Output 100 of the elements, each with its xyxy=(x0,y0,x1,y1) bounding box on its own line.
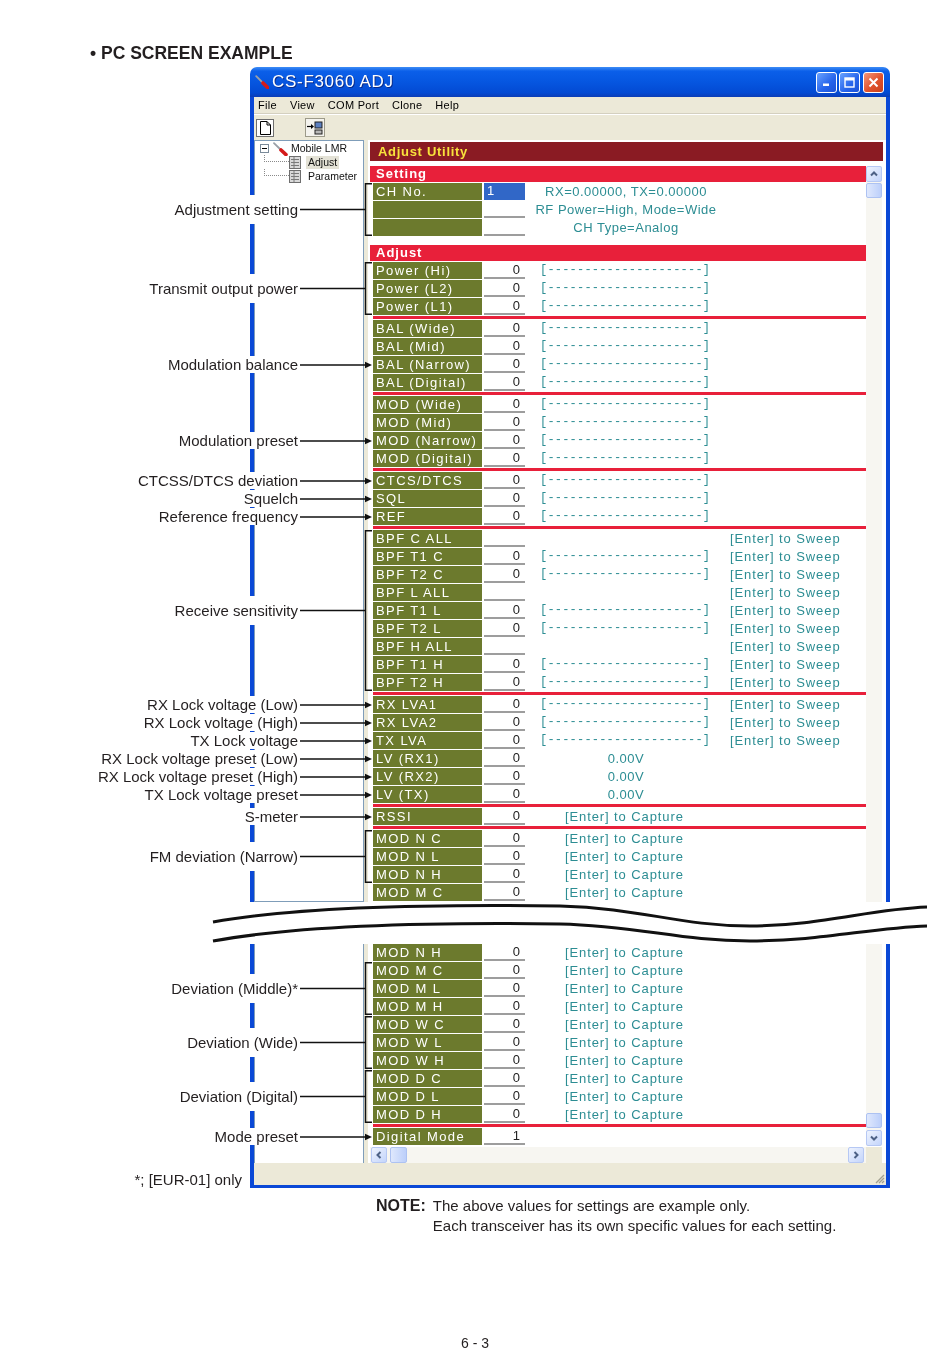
callout-label: TX Lock voltage xyxy=(190,732,300,749)
value-field[interactable]: 0 xyxy=(484,432,525,449)
parameter-label: MOD N L xyxy=(373,848,482,865)
value-field[interactable]: 0 xyxy=(484,356,525,373)
value-field[interactable]: 0 xyxy=(484,848,525,865)
close-button[interactable] xyxy=(863,71,884,93)
value-field[interactable]: 0 xyxy=(484,338,525,355)
callout-label: RX Lock voltage (High) xyxy=(143,714,300,731)
arrow-leader-line xyxy=(300,360,372,369)
value-field[interactable]: 0 xyxy=(484,566,525,583)
value-field[interactable]: 0 xyxy=(484,320,525,337)
value-field[interactable]: 0 xyxy=(484,602,525,619)
gauge-text: [---------------------] xyxy=(540,490,711,507)
value-field[interactable]: 0 xyxy=(484,768,525,785)
sweep-hint: [Enter] to Sweep xyxy=(730,674,841,691)
value-field[interactable]: 0 xyxy=(484,696,525,713)
value-field[interactable]: 0 xyxy=(484,414,525,431)
channel-info-text: RF Power=High, Mode=Wide xyxy=(535,201,717,218)
tree-item[interactable]: Mobile LMR xyxy=(291,142,348,155)
menu-item[interactable]: Help xyxy=(435,98,460,112)
value-field[interactable]: 0 xyxy=(484,808,525,825)
gauge-text: [---------------------] xyxy=(540,432,711,449)
voltage-reading: 0.00V xyxy=(607,786,645,803)
tree-item[interactable]: Adjust xyxy=(306,155,340,169)
value-field[interactable]: 0 xyxy=(484,472,525,489)
callout-label: Squelch xyxy=(243,490,300,507)
gauge-text: [---------------------] xyxy=(540,298,711,315)
sweep-hint: [Enter] to Sweep xyxy=(730,620,841,637)
gauge-text: [---------------------] xyxy=(540,620,711,637)
gauge-text: [---------------------] xyxy=(540,548,711,565)
maximize-button[interactable] xyxy=(839,71,860,93)
callout-label: TX Lock voltage preset xyxy=(144,786,300,803)
value-field[interactable]: 0 xyxy=(484,866,525,883)
value-field[interactable]: 0 xyxy=(484,262,525,279)
gauge-text: [---------------------] xyxy=(540,508,711,525)
gauge-text: [---------------------] xyxy=(540,414,711,431)
parameter-label: BAL (Digital) xyxy=(373,374,482,391)
value-field[interactable]: 0 xyxy=(484,374,525,391)
callout-label: RX Lock voltage (Low) xyxy=(147,696,300,713)
parameter-label: BPF L ALL xyxy=(373,584,482,601)
arrow-leader-line xyxy=(300,700,372,709)
arrow-leader-line xyxy=(300,436,372,445)
value-field[interactable]: 0 xyxy=(484,298,525,315)
arrow-leader-line xyxy=(300,754,372,763)
sheet-icon xyxy=(289,155,301,169)
parameter-label: LV (TX) xyxy=(373,786,482,803)
capture-hint: [Enter] to Capture xyxy=(565,962,684,979)
menu-item[interactable]: Clone xyxy=(392,98,423,112)
capture-hint: [Enter] to Capture xyxy=(565,808,684,825)
value-field[interactable]: 0 xyxy=(484,750,525,767)
screwdriver-icon xyxy=(272,141,288,156)
gauge-text: [---------------------] xyxy=(540,280,711,297)
arrow-leader-line xyxy=(300,494,372,503)
value-field[interactable]: 1 xyxy=(484,183,525,200)
value-field[interactable]: 0 xyxy=(484,656,525,673)
parameter-label: REF xyxy=(373,508,482,525)
collapse-icon[interactable] xyxy=(260,144,269,153)
new-button[interactable] xyxy=(256,118,274,137)
scrollbar-thumb[interactable] xyxy=(866,183,882,198)
callout-label: CTCSS/DTCS deviation xyxy=(137,472,300,489)
value-field[interactable]: 0 xyxy=(484,714,525,731)
value-field[interactable]: 0 xyxy=(484,508,525,525)
capture-hint: [Enter] to Capture xyxy=(565,848,684,865)
arrow-leader-line xyxy=(300,718,372,727)
new-document-icon xyxy=(259,120,271,135)
value-field[interactable]: 0 xyxy=(484,830,525,847)
menu-item[interactable]: File xyxy=(258,98,277,112)
value-field[interactable]: 0 xyxy=(484,548,525,565)
parameter-label: MOD N H xyxy=(373,866,482,883)
capture-hint: [Enter] to Capture xyxy=(565,944,684,961)
sweep-hint: [Enter] to Sweep xyxy=(730,530,841,547)
value-field[interactable]: 0 xyxy=(484,490,525,507)
capture-hint: [Enter] to Capture xyxy=(565,830,684,847)
value-field[interactable]: 0 xyxy=(484,786,525,803)
note-label: NOTE: xyxy=(376,1196,426,1216)
value-field[interactable]: 0 xyxy=(484,620,525,637)
parameter-label: BAL (Wide) xyxy=(373,320,482,337)
value-field[interactable]: 0 xyxy=(484,450,525,467)
transfer-button[interactable] xyxy=(305,118,325,137)
value-field[interactable]: 0 xyxy=(484,884,525,901)
page-heading: • PC SCREEN EXAMPLE xyxy=(90,43,293,63)
tree-item[interactable]: Parameter xyxy=(306,169,360,183)
parameter-label: BPF T2 C xyxy=(373,566,482,583)
menu-item[interactable]: COM Port xyxy=(327,98,380,112)
screwdriver-icon xyxy=(255,75,269,89)
value-field[interactable]: 0 xyxy=(484,280,525,297)
menu-item[interactable]: View xyxy=(289,98,315,112)
scroll-up-button[interactable] xyxy=(866,166,882,182)
value-field[interactable]: 0 xyxy=(484,674,525,691)
parameter-label: MOD (Narrow) xyxy=(373,432,482,449)
value-field[interactable]: 0 xyxy=(484,732,525,749)
sheet-icon xyxy=(289,169,301,183)
parameter-label: BPF T2 H xyxy=(373,674,482,691)
parameter-label: CH No. xyxy=(373,183,482,200)
minimize-button[interactable] xyxy=(816,71,837,93)
value-field[interactable]: 0 xyxy=(484,396,525,413)
parameter-label: RX LVA1 xyxy=(373,696,482,713)
sweep-hint: [Enter] to Sweep xyxy=(730,584,841,601)
capture-hint: [Enter] to Capture xyxy=(565,1034,684,1051)
gauge-text: [---------------------] xyxy=(540,374,711,391)
